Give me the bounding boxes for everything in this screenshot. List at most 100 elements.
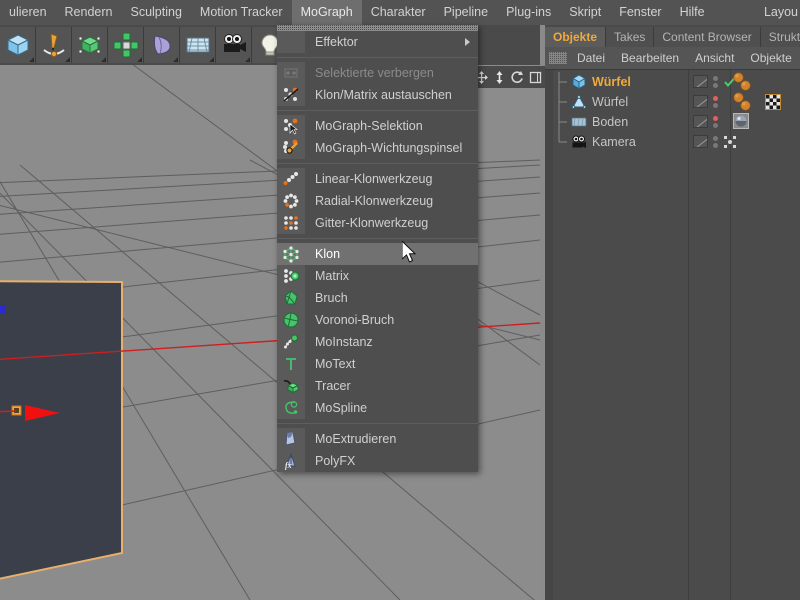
object-manager-tabs[interactable]: ObjekteTakesContent BrowserStruktu [545, 25, 800, 47]
cloner-icon [113, 32, 138, 58]
menu-item-mospline[interactable]: MoSpline [277, 397, 478, 419]
checker-tag[interactable] [765, 94, 781, 110]
visibility-dots[interactable] [713, 95, 718, 108]
main-menu-bar[interactable]: ulieren Rendern Sculpting Motion Tracker MoG… [0, 0, 800, 25]
menu-item-gitter-klonwerkzeug[interactable]: Gitter-Klonwerkzeug [277, 212, 478, 234]
material-tag-group[interactable] [733, 72, 759, 91]
object-name[interactable]: Würfel [592, 75, 631, 89]
render-visibility-dot[interactable] [713, 102, 718, 108]
visibility-controls[interactable] [693, 75, 737, 88]
tag-strip[interactable] [733, 113, 749, 129]
hide-selected-icon [277, 62, 305, 84]
object-list-scrollbar[interactable] [545, 70, 553, 600]
menu-skript[interactable]: Skript [560, 0, 610, 25]
menu-item-klon-matrix-austauschen[interactable]: Klon/Matrix austauschen [277, 84, 478, 106]
menu-pipeline[interactable]: Pipeline [435, 0, 497, 25]
menu-item-motext[interactable]: MoText [277, 353, 478, 375]
tab-objekte[interactable]: Objekte [545, 27, 607, 47]
object-row[interactable]: Würfel [553, 72, 800, 92]
menu-item-tracer[interactable]: Tracer [277, 375, 478, 397]
object-name[interactable]: Kamera [592, 135, 636, 149]
menu-item-moinstanz[interactable]: MoInstanz [277, 331, 478, 353]
visibility-controls[interactable] [693, 135, 737, 148]
display-mode-toggle[interactable] [693, 75, 708, 88]
deformer-tool[interactable] [144, 27, 180, 63]
om-menu-datei[interactable]: Datei [569, 47, 613, 69]
display-mode-toggle[interactable] [693, 135, 708, 148]
material-tag-group[interactable] [733, 92, 759, 111]
scale-tool[interactable] [490, 67, 508, 87]
tag-strip[interactable] [733, 72, 759, 91]
menu-item-effektor[interactable]: Effektor [277, 31, 478, 53]
render-visibility-dot[interactable] [713, 142, 718, 148]
om-menu-bearbeiten[interactable]: Bearbeiten [613, 47, 687, 69]
editor-visibility-dot[interactable] [713, 95, 718, 101]
visibility-controls[interactable] [693, 115, 737, 128]
editor-visibility-dot[interactable] [713, 115, 718, 121]
visibility-controls[interactable] [693, 95, 737, 108]
rotate-tool[interactable] [508, 67, 526, 87]
sky-material-tag[interactable] [733, 113, 749, 129]
menu-item-polyfx[interactable]: fx PolyFX [277, 450, 478, 472]
render-visibility-dot[interactable] [713, 122, 718, 128]
object-row[interactable]: Boden [553, 112, 800, 132]
menu-item-klon[interactable]: Klon [277, 243, 478, 265]
editor-visibility-dot[interactable] [713, 135, 718, 141]
object-name[interactable]: Würfel [592, 95, 628, 109]
menu-item-label: PolyFX [315, 454, 356, 468]
object-axis-tool[interactable] [526, 67, 544, 87]
moextrude-icon [277, 428, 305, 450]
menu-fenster[interactable]: Fenster [610, 0, 670, 25]
menu-item-moextrudieren[interactable]: MoExtrudieren [277, 428, 478, 450]
mograph-dropdown-menu[interactable]: Effektor Selektierte verbergen Klon/Matrix… [277, 25, 478, 472]
menu-item-bruch[interactable]: Bruch [277, 287, 478, 309]
menu-motion-tracker[interactable]: Motion Tracker [191, 0, 292, 25]
cube-primitive-tool[interactable] [0, 27, 36, 63]
menu-item-matrix[interactable]: Matrix [277, 265, 478, 287]
linear-clone-icon [277, 168, 305, 190]
tab-content-browser[interactable]: Content Browser [654, 27, 761, 47]
scene-tool[interactable] [180, 27, 216, 63]
tab-struktu[interactable]: Struktu [760, 27, 800, 47]
menu-mograph[interactable]: MoGraph [291, 0, 362, 25]
object-row[interactable]: Kamera [553, 132, 800, 152]
display-mode-toggle[interactable] [693, 115, 708, 128]
editor-visibility-dot[interactable] [713, 75, 718, 81]
menu-item-linear-klonwerkzeug[interactable]: Linear-Klonwerkzeug [277, 168, 478, 190]
material-tag[interactable] [740, 100, 751, 111]
mograph-tool[interactable] [108, 27, 144, 63]
menu-item-voronoi-bruch[interactable]: Voronoi-Bruch [277, 309, 478, 331]
tag-strip[interactable] [733, 92, 781, 111]
render-visibility-dot[interactable] [713, 82, 718, 88]
camera-tool[interactable] [216, 27, 252, 63]
motext-icon [286, 358, 296, 370]
material-tag[interactable] [740, 80, 751, 91]
visibility-dots[interactable] [713, 135, 718, 148]
object-manager-list[interactable]: Würfel Würfel Boden Kamera [545, 69, 800, 600]
tab-takes[interactable]: Takes [606, 27, 655, 47]
menu-plug-ins[interactable]: Plug-ins [497, 0, 560, 25]
object-name[interactable]: Boden [592, 115, 628, 129]
menu-item-mograph-selektion[interactable]: MoGraph-Selektion [277, 115, 478, 137]
axis-tool-group[interactable] [470, 66, 546, 88]
menu-rendern[interactable]: Rendern [56, 0, 122, 25]
menu-hilfe[interactable]: Hilfe [671, 0, 714, 25]
camera-icon [223, 34, 246, 52]
spline-pen-tool[interactable] [36, 27, 72, 63]
om-menu-ansicht[interactable]: Ansicht [687, 47, 742, 69]
menu-item-radial-klonwerkzeug[interactable]: Radial-Klonwerkzeug [277, 190, 478, 212]
menu-ulieren[interactable]: ulieren [0, 0, 56, 25]
layout-label[interactable]: Layou [764, 0, 800, 25]
om-menu-objekte[interactable]: Objekte [742, 47, 799, 69]
menu-charakter[interactable]: Charakter [362, 0, 435, 25]
visibility-dots[interactable] [713, 115, 718, 128]
visibility-dots[interactable] [713, 75, 718, 88]
panel-grip-icon[interactable] [549, 52, 567, 64]
tree-line-icon [558, 112, 567, 132]
menu-sculpting[interactable]: Sculpting [121, 0, 190, 25]
generator-tool[interactable] [72, 27, 108, 63]
render-state-marker[interactable] [723, 135, 737, 148]
menu-item-mograph-wichtungspinsel[interactable]: MoGraph-Wichtungspinsel [277, 137, 478, 159]
display-mode-toggle[interactable] [693, 95, 708, 108]
object-manager-menu[interactable]: Datei Bearbeiten Ansicht Objekte [545, 47, 800, 69]
